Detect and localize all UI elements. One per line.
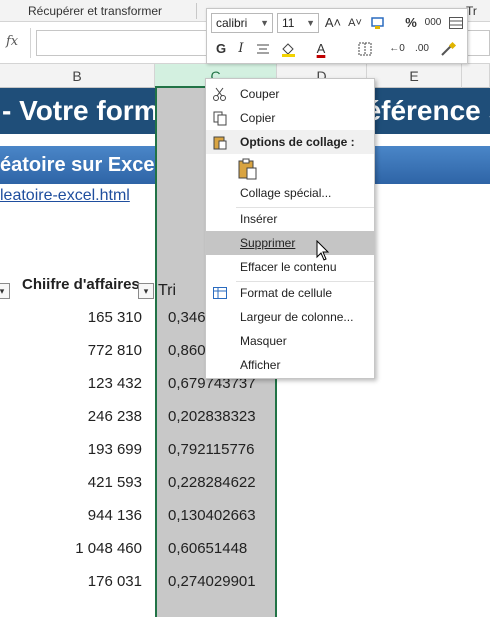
mini-toolbar: calibri ▼ 11 ▼ A˄ A˅ % 000 G I A ←0 .00 xyxy=(206,8,468,64)
menu-item-column-width[interactable]: Largeur de colonne... xyxy=(206,305,374,329)
chevron-down-icon: ▼ xyxy=(260,18,269,28)
random-cell[interactable]: 0,202838323 xyxy=(168,408,256,425)
menu-item-clear-contents[interactable]: Effacer le contenu xyxy=(206,255,374,279)
filter-dropdown-revenue[interactable]: ▾ xyxy=(138,283,154,299)
clipboard-icon xyxy=(213,136,227,150)
menu-item-label: Format de cellule xyxy=(240,286,333,300)
revenue-cell[interactable]: 176 031 xyxy=(60,573,142,590)
menu-item-copy[interactable]: Copier xyxy=(206,106,374,130)
menu-item-hide[interactable]: Masquer xyxy=(206,329,374,353)
mouse-pointer-icon xyxy=(316,240,330,261)
column-header-b[interactable]: B xyxy=(0,64,155,88)
menu-item-paste-special[interactable]: Collage spécial... xyxy=(206,181,374,205)
revenue-cell[interactable]: 246 238 xyxy=(60,408,142,425)
format-painter-icon[interactable] xyxy=(367,13,389,33)
filter-dropdown-a[interactable]: ▾ xyxy=(0,283,10,299)
ribbon-group-get-transform: Récupérer et transformer xyxy=(28,4,163,18)
context-menu: Couper Copier Options de collage : Colla… xyxy=(205,78,375,379)
formula-bar-separator xyxy=(30,28,31,58)
paste-options-heading: Options de collage : xyxy=(206,130,374,154)
fx-icon[interactable]: fx xyxy=(6,34,18,49)
paste-clipboard-icon xyxy=(238,158,257,180)
random-cell[interactable]: 0,792115776 xyxy=(168,441,254,458)
header-tri: Tri xyxy=(158,282,177,299)
font-name-value: calibri xyxy=(216,16,248,30)
random-cell[interactable]: 0,60651448 xyxy=(168,540,247,557)
chevron-down-icon: ▼ xyxy=(306,18,315,28)
paintbrush-icon[interactable] xyxy=(437,39,459,59)
random-cell[interactable]: 0,228284622 xyxy=(168,474,256,491)
italic-button[interactable]: I xyxy=(233,39,249,59)
menu-item-label: Supprimer xyxy=(240,236,296,250)
scissors-icon xyxy=(213,87,226,101)
column-header-e[interactable]: E xyxy=(367,64,462,88)
menu-item-label: Masquer xyxy=(240,334,287,348)
revenue-cell[interactable]: 193 699 xyxy=(60,441,142,458)
random-cell[interactable]: 0,274029901 xyxy=(168,573,256,590)
revenue-cell[interactable]: 772 810 xyxy=(60,342,142,359)
revenue-cell[interactable]: 944 136 xyxy=(60,507,142,524)
increase-decimal-icon[interactable]: ←0 xyxy=(387,39,407,59)
font-color-button[interactable]: A xyxy=(311,39,331,59)
menu-item-label: Largeur de colonne... xyxy=(240,310,354,324)
table-format-icon[interactable] xyxy=(447,13,465,33)
font-size-dropdown[interactable]: 11 ▼ xyxy=(277,13,319,33)
menu-item-label: Afficher xyxy=(240,358,281,372)
paste-option-button[interactable] xyxy=(236,157,260,181)
ribbon-separator xyxy=(196,3,197,19)
random-cell[interactable]: 0,130402663 xyxy=(168,507,256,524)
menu-item-label: Copier xyxy=(240,111,276,125)
menu-item-format-cells[interactable]: Format de cellule xyxy=(206,281,374,305)
borders-icon[interactable] xyxy=(355,39,375,59)
decrease-decimal-icon[interactable]: .00 xyxy=(411,39,433,59)
menu-item-label: Collage spécial... xyxy=(240,186,332,200)
grow-font-button[interactable]: A˄ xyxy=(323,13,343,33)
menu-item-insert[interactable]: Insérer xyxy=(206,207,374,231)
format-cells-icon xyxy=(213,287,227,299)
revenue-cell[interactable]: 1 048 460 xyxy=(60,540,142,557)
shrink-font-button[interactable]: A˅ xyxy=(345,13,365,33)
menu-item-delete[interactable]: Supprimer xyxy=(206,231,374,255)
column-header-f[interactable] xyxy=(462,64,490,88)
font-size-value: 11 xyxy=(282,16,295,30)
revenue-cell[interactable]: 165 310 xyxy=(60,309,142,326)
copy-icon xyxy=(213,111,227,126)
align-center-icon[interactable] xyxy=(253,39,273,59)
font-name-dropdown[interactable]: calibri ▼ xyxy=(211,13,273,33)
fill-color-icon[interactable] xyxy=(277,39,301,59)
menu-item-label: Couper xyxy=(240,87,280,101)
revenue-cell[interactable]: 421 593 xyxy=(60,474,142,491)
menu-item-label: Insérer xyxy=(240,212,278,226)
thousands-separator-button[interactable]: 000 xyxy=(423,13,443,33)
percent-button[interactable]: % xyxy=(403,13,419,33)
menu-item-cut[interactable]: Couper xyxy=(206,82,374,106)
menu-item-unhide[interactable]: Afficher xyxy=(206,353,374,377)
sheet-hyperlink[interactable]: leatoire-excel.html xyxy=(0,185,130,207)
paste-options-label: Options de collage : xyxy=(240,135,355,149)
menu-item-label: Effacer le contenu xyxy=(240,260,337,274)
bold-button[interactable]: G xyxy=(213,39,229,59)
header-revenue: Chiifre d'affaires xyxy=(22,276,140,293)
revenue-cell[interactable]: 123 432 xyxy=(60,375,142,392)
